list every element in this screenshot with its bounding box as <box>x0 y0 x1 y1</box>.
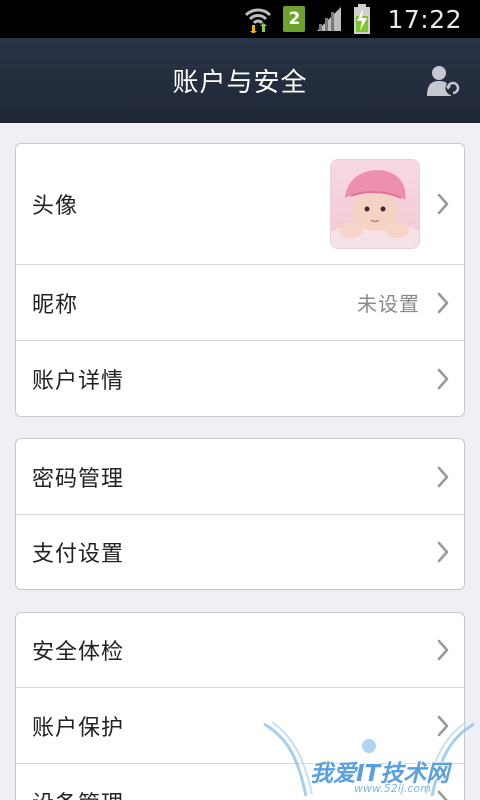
password-payment-group: 密码管理 支付设置 <box>15 438 465 590</box>
chevron-right-icon <box>437 639 449 661</box>
row-label: 密码管理 <box>32 466 125 492</box>
chevron-right-icon <box>437 715 449 736</box>
security-group: 安全体检 账户保护 设备管理 <box>15 612 465 800</box>
status-bar: 2 17:22 <box>0 0 480 38</box>
row-label: 安全体检 <box>32 640 125 665</box>
profile-group: 头像 昵称 未设置 账户详情 <box>15 143 465 417</box>
chevron-right-icon <box>437 790 448 800</box>
row-label: 支付设置 <box>32 542 125 567</box>
account-protection-row[interactable]: 账户保护 <box>16 688 464 764</box>
status-time: 17:22 <box>387 4 462 34</box>
row-label: 昵称 <box>32 292 79 318</box>
chevron-right-icon <box>437 193 449 215</box>
row-label: 账户详情 <box>32 368 125 394</box>
password-management-row[interactable]: 密码管理 <box>16 439 464 515</box>
account-switch-icon[interactable] <box>426 64 462 98</box>
nickname-row[interactable]: 昵称 未设置 <box>16 265 464 341</box>
device-management-row[interactable]: 设备管理 <box>16 764 464 800</box>
chevron-right-icon <box>437 466 449 487</box>
row-label: 账户保护 <box>32 715 125 741</box>
title-bar: 账户与安全 <box>0 38 480 123</box>
sim-badge: 2 <box>283 6 306 32</box>
battery-charging-icon <box>353 4 371 34</box>
page-title: 账户与安全 <box>172 68 308 98</box>
row-label: 头像 <box>32 194 79 219</box>
account-details-row[interactable]: 账户详情 <box>16 341 464 416</box>
chevron-right-icon <box>437 368 449 389</box>
avatar-row[interactable]: 头像 <box>16 144 464 265</box>
wifi-icon <box>243 5 273 33</box>
avatar <box>330 159 420 249</box>
nickname-value: 未设置 <box>357 292 420 316</box>
payment-settings-row[interactable]: 支付设置 <box>16 515 464 589</box>
security-check-row[interactable]: 安全体检 <box>16 613 464 688</box>
chevron-right-icon <box>437 541 449 563</box>
chevron-right-icon <box>437 292 449 313</box>
row-label: 设备管理 <box>32 786 436 800</box>
signal-icon <box>315 5 343 33</box>
